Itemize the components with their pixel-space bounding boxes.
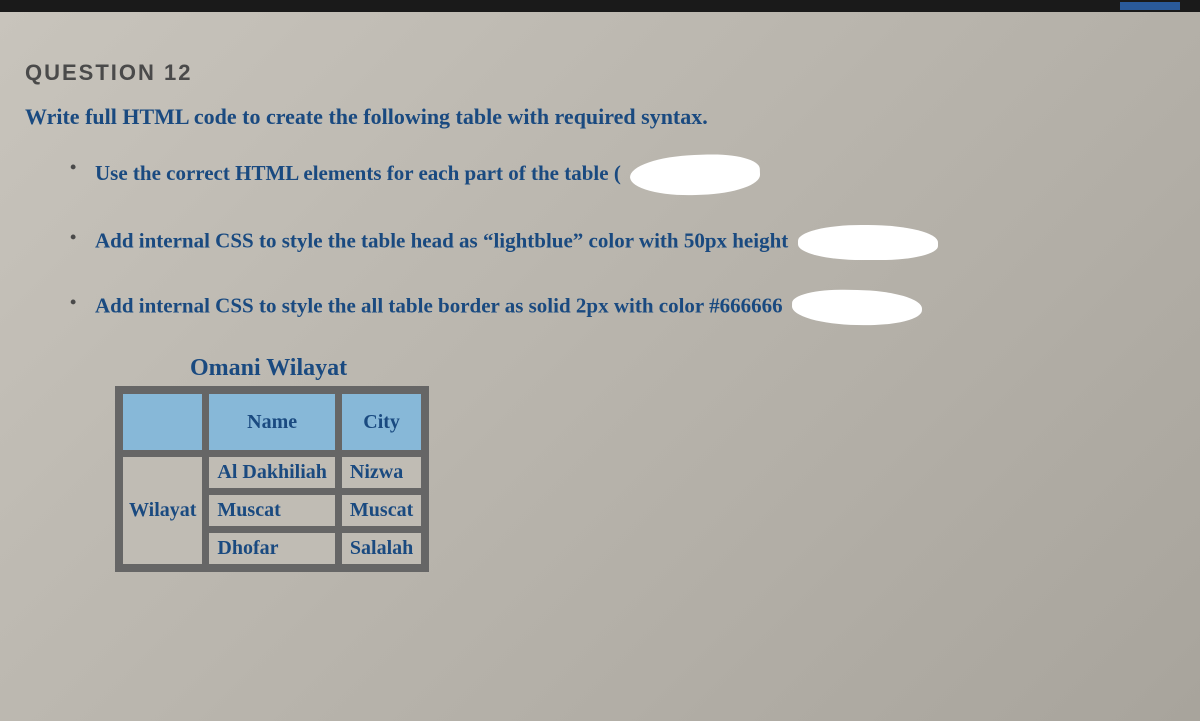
instruction-text: Add internal CSS to style the all table … bbox=[95, 293, 783, 317]
redaction-mark bbox=[792, 289, 923, 326]
table-body: Wilayat Al Dakhiliah Nizwa Muscat Muscat… bbox=[121, 455, 423, 566]
instruction-item: Use the correct HTML elements for each p… bbox=[75, 155, 1175, 195]
table-row: Wilayat Al Dakhiliah Nizwa bbox=[121, 455, 423, 490]
table-head: Name City bbox=[121, 392, 423, 452]
table-cell-city: Muscat bbox=[340, 493, 423, 528]
instruction-item: Add internal CSS to style the all table … bbox=[75, 290, 1175, 325]
redaction-mark bbox=[629, 153, 760, 198]
table-cell-city: Salalah bbox=[340, 531, 423, 566]
instruction-text: Use the correct HTML elements for each p… bbox=[95, 161, 621, 185]
instruction-item: Add internal CSS to style the table head… bbox=[75, 225, 1175, 260]
window-top-accent bbox=[1120, 2, 1180, 10]
question-prompt: Write full HTML code to create the follo… bbox=[25, 104, 1175, 130]
table-cell-city: Nizwa bbox=[340, 455, 423, 490]
window-top-border bbox=[0, 0, 1200, 12]
sample-table: Name City Wilayat Al Dakhiliah Nizwa Mus… bbox=[115, 386, 429, 572]
table-cell-name: Muscat bbox=[207, 493, 336, 528]
table-header-name: Name bbox=[207, 392, 336, 452]
table-caption: Omani Wilayat bbox=[115, 355, 1175, 382]
table-header-city: City bbox=[340, 392, 423, 452]
document-content: QUESTION 12 Write full HTML code to crea… bbox=[0, 30, 1200, 602]
table-cell-name: Dhofar bbox=[207, 531, 336, 566]
table-header-empty bbox=[121, 392, 204, 452]
table-cell-name: Al Dakhiliah bbox=[207, 455, 336, 490]
instruction-text: Add internal CSS to style the table head… bbox=[95, 228, 788, 252]
question-number: QUESTION 12 bbox=[25, 60, 1175, 86]
sample-table-section: Omani Wilayat Name City Wilayat Al Dakhi… bbox=[115, 355, 1175, 572]
redaction-mark bbox=[798, 225, 938, 260]
table-row-header: Wilayat bbox=[121, 455, 204, 566]
instruction-list: Use the correct HTML elements for each p… bbox=[25, 155, 1175, 325]
table-header-row: Name City bbox=[121, 392, 423, 452]
